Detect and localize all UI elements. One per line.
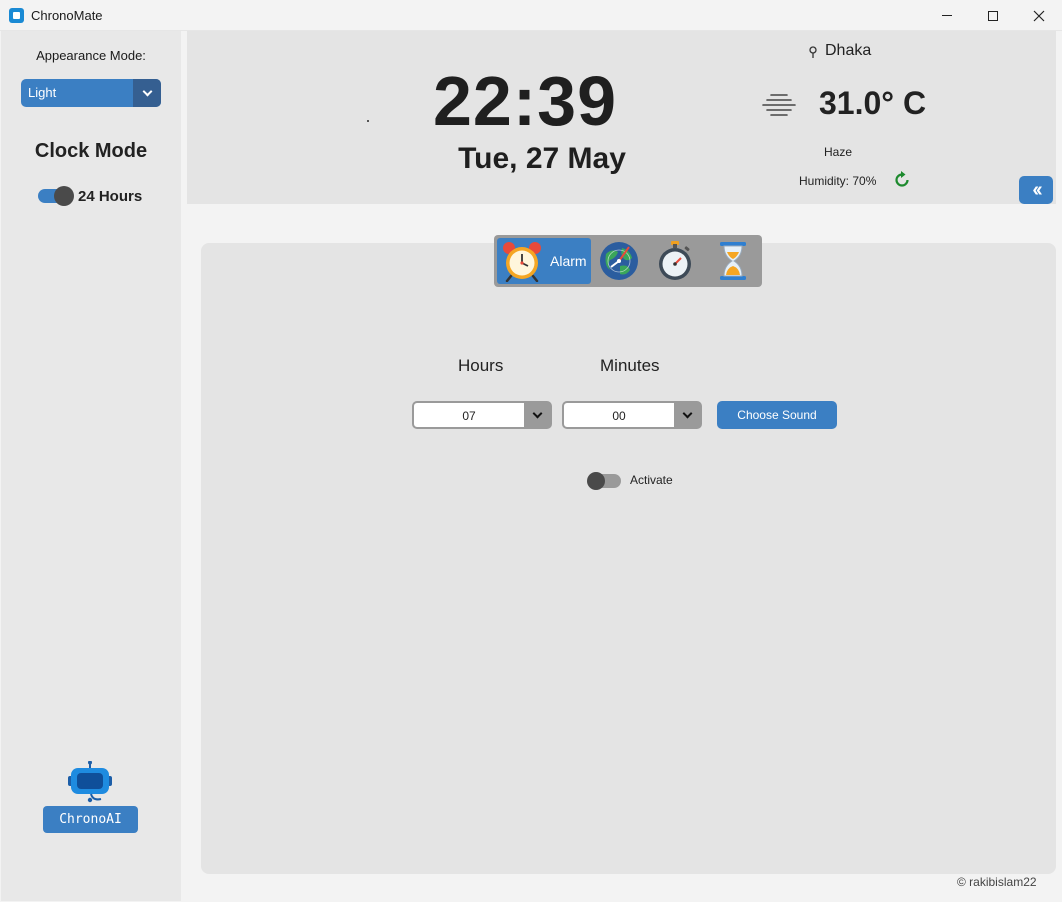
copyright-text: © rakibislam22 [957,875,1037,889]
stopwatch-icon [659,241,691,280]
hours-label: Hours [458,356,504,375]
maximize-button[interactable] [970,0,1016,31]
chevron-down-icon[interactable] [133,79,161,107]
chevron-down-icon[interactable] [674,402,701,428]
clock-date: Tue, 27 May [458,142,626,175]
title-bar: ChronoMate [0,0,1062,31]
chronoai-button[interactable]: ChronoAI [43,806,138,833]
haze-icon [762,94,796,116]
mode-tab-bar: Alarm [494,235,762,287]
hour-format-switch[interactable] [38,186,74,206]
switch-knob [54,186,74,206]
tab-alarm[interactable]: Alarm [497,238,591,284]
maximize-icon [988,10,998,21]
appearance-mode-label: Appearance Mode: [36,48,146,63]
weather-condition: Haze [824,145,853,159]
humidity: Humidity: 70% [799,174,877,188]
hours-select[interactable]: 07 [412,401,552,429]
robot-icon[interactable] [67,761,115,803]
choose-sound-button[interactable]: Choose Sound [717,401,837,429]
minutes-label: Minutes [600,356,660,375]
refresh-icon[interactable] [892,170,912,190]
tab-world-clock[interactable] [596,238,642,284]
close-icon [1033,10,1045,21]
clock-mode-title: Clock Mode [34,140,148,162]
close-button[interactable] [1016,0,1062,31]
tab-timer[interactable] [710,238,756,284]
alarm-panel: Alarm Hours Minutes 07 00 Choose Sound A… [201,235,1056,874]
alarm-clock-icon [503,242,541,282]
clock-time: 22:39 [432,62,618,140]
temperature: 31.0° C [819,85,927,121]
switch-knob [587,472,605,490]
collapse-header-button[interactable]: ‹‹ [1019,176,1053,204]
clock-weather-header: 22:39 Tue, 27 May Dhaka 31.0° C Haze Hum… [187,31,1056,204]
sidebar: Appearance Mode: Light Clock Mode 24 Hou… [1,31,181,901]
minimize-icon [942,15,952,16]
chevron-down-icon[interactable] [524,402,551,428]
activate-label: Activate [630,473,673,487]
city-name: Dhaka [825,42,872,59]
activate-switch[interactable] [587,472,621,490]
appearance-mode-select[interactable]: Light [21,79,161,107]
minutes-select[interactable]: 00 [562,401,702,429]
hour-format-label: 24 Hours [78,188,143,205]
window-title: ChronoMate [31,8,103,23]
tab-alarm-label: Alarm [550,253,587,269]
app-icon [9,8,24,23]
location-pin-icon [809,46,817,58]
decor-dot [367,120,369,122]
appearance-mode-value: Light [28,85,57,100]
minimize-button[interactable] [924,0,970,31]
hours-value[interactable]: 07 [414,409,524,423]
tab-stopwatch[interactable] [652,238,698,284]
minutes-value[interactable]: 00 [564,409,674,423]
world-clock-icon [600,242,638,280]
hourglass-icon [720,242,746,280]
